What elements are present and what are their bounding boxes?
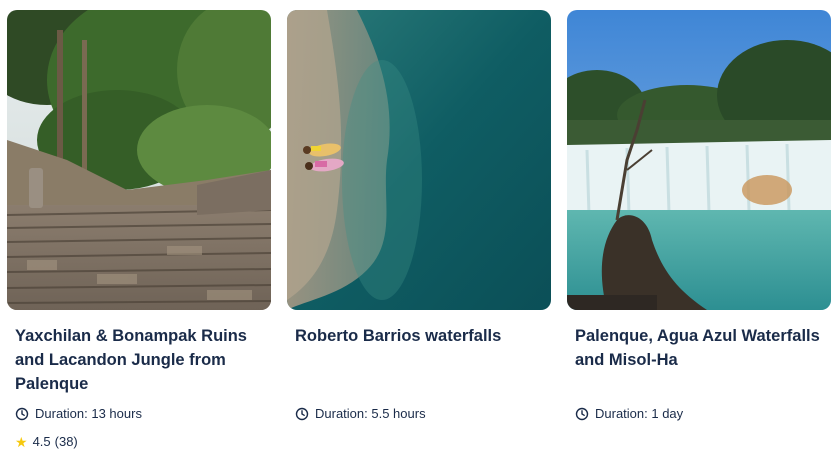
ruins-jungle-photo: [7, 10, 271, 310]
rating-value: 4.5: [32, 434, 51, 449]
activity-title[interactable]: Yaxchilan & Bonampak Ruins and Lacandon …: [15, 324, 263, 396]
activity-title[interactable]: Palenque, Agua Azul Waterfalls and Misol…: [575, 324, 823, 372]
activity-card[interactable]: Palenque, Agua Azul Waterfalls and Misol…: [567, 10, 831, 453]
activity-photo[interactable]: [567, 10, 831, 310]
duration-row: Duration: 13 hours: [15, 406, 142, 421]
activity-title[interactable]: Roberto Barrios waterfalls: [295, 324, 543, 348]
activity-photo[interactable]: [7, 10, 271, 310]
clock-icon: [575, 407, 589, 421]
rating-row: ★ 4.5 (38): [15, 434, 78, 449]
activity-card[interactable]: Yaxchilan & Bonampak Ruins and Lacandon …: [7, 10, 271, 453]
duration-row: Duration: 1 day: [575, 406, 683, 421]
waterfall-photo: [567, 10, 831, 310]
activity-card[interactable]: Roberto Barrios waterfalls Duration: 5.5…: [287, 10, 551, 453]
activity-photo[interactable]: [287, 10, 551, 310]
review-count: (38): [54, 434, 78, 449]
clock-icon: [295, 407, 309, 421]
duration-text: Duration: 13 hours: [35, 406, 142, 421]
star-icon: ★: [15, 433, 28, 450]
clock-icon: [15, 407, 29, 421]
duration-text: Duration: 5.5 hours: [315, 406, 426, 421]
duration-text: Duration: 1 day: [595, 406, 684, 421]
activity-card-grid: Yaxchilan & Bonampak Ruins and Lacandon …: [0, 0, 839, 453]
turquoise-water-photo: [287, 10, 551, 310]
duration-row: Duration: 5.5 hours: [295, 406, 426, 421]
